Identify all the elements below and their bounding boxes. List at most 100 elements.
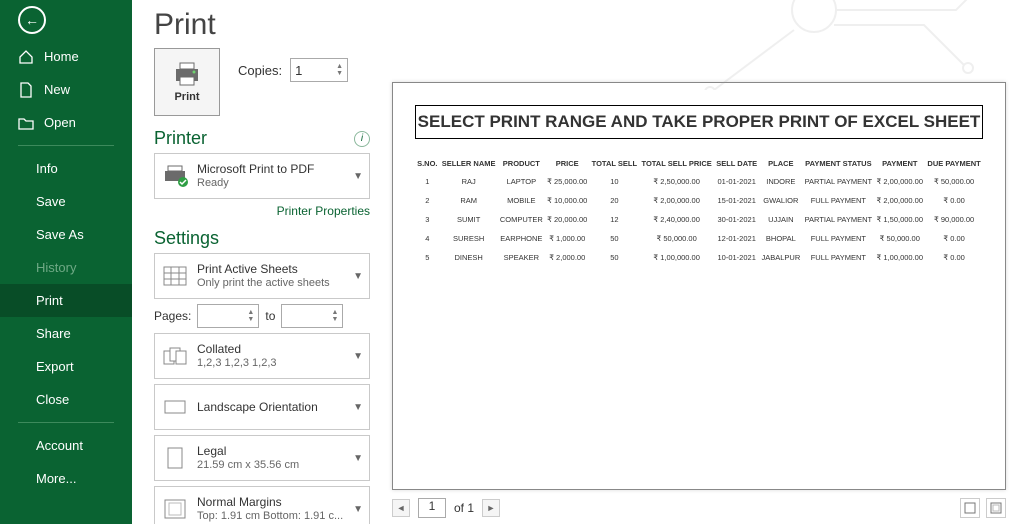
zoom-margins-button[interactable] <box>986 498 1006 518</box>
heading-text: Settings <box>154 228 219 249</box>
cell: ₹ 2,00,000.00 <box>874 191 925 210</box>
setting-orientation[interactable]: Landscape Orientation ▼ <box>154 384 370 430</box>
cell: 30-01-2021 <box>714 210 759 229</box>
nav-label: Share <box>36 326 71 341</box>
col-header: S.NO. <box>415 155 440 172</box>
nav-label: Save <box>36 194 66 209</box>
nav-share[interactable]: Share <box>0 317 132 350</box>
cell: ₹ 10,000.00 <box>545 191 590 210</box>
cell: PARTIAL PAYMENT <box>802 210 874 229</box>
back-button-row: ← <box>0 0 132 40</box>
heading-text: Printer <box>154 128 207 149</box>
nav-save[interactable]: Save <box>0 185 132 218</box>
pager: ◄ 1 of 1 ► <box>392 498 1006 518</box>
col-header: PRODUCT <box>498 155 545 172</box>
pager-current-input[interactable]: 1 <box>418 498 446 518</box>
pager-next-button[interactable]: ► <box>482 499 500 517</box>
cell: ₹ 20,000.00 <box>545 210 590 229</box>
cell: 5 <box>415 248 440 267</box>
cell: ₹ 2,00,000.00 <box>639 191 714 210</box>
nav-label: New <box>44 82 70 97</box>
new-icon <box>18 82 34 98</box>
printer-selector[interactable]: Microsoft Print to PDF Ready ▼ <box>154 153 370 199</box>
printer-status-icon <box>161 162 189 190</box>
nav-label: Close <box>36 392 69 407</box>
setting-text: Legal21.59 cm x 35.56 cm <box>197 444 345 472</box>
back-button[interactable]: ← <box>18 6 46 34</box>
to-label: to <box>265 309 275 323</box>
pager-of-label: of 1 <box>454 501 474 515</box>
cell: PARTIAL PAYMENT <box>802 172 874 191</box>
chevron-down-icon: ▼ <box>353 402 363 413</box>
setting-paper-size[interactable]: Legal21.59 cm x 35.56 cm ▼ <box>154 435 370 481</box>
pages-to-spinner[interactable]: ▲▼ <box>281 304 343 328</box>
cell: 20 <box>590 191 640 210</box>
nav-label: Account <box>36 438 83 453</box>
backstage-sidebar: ← Home New Open Info Save Save As Histor… <box>0 0 132 524</box>
col-header: DUE PAYMENT <box>925 155 983 172</box>
cell: 10-01-2021 <box>714 248 759 267</box>
info-icon[interactable]: i <box>354 131 370 147</box>
zoom-controls <box>960 498 1006 518</box>
copies-label: Copies: <box>238 63 282 78</box>
nav-export[interactable]: Export <box>0 350 132 383</box>
nav-print[interactable]: Print <box>0 284 132 317</box>
preview-table: S.NO.SELLER NAMEPRODUCTPRICETOTAL SELLTO… <box>415 155 983 267</box>
print-button[interactable]: Print <box>154 48 220 116</box>
table-row: 4SURESHEARPHONE₹ 1,000.0050₹ 50,000.0012… <box>415 229 983 248</box>
chevron-down-icon: ▼ <box>353 271 363 282</box>
cell: ₹ 50,000.00 <box>925 172 983 191</box>
cell: 12-01-2021 <box>714 229 759 248</box>
landscape-icon <box>161 393 189 421</box>
cell: SURESH <box>440 229 498 248</box>
nav-home[interactable]: Home <box>0 40 132 73</box>
preview-title: SELECT PRINT RANGE AND TAKE PROPER PRINT… <box>415 105 983 139</box>
cell: FULL PAYMENT <box>802 191 874 210</box>
cell: ₹ 1,50,000.00 <box>874 210 925 229</box>
col-header: SELL DATE <box>714 155 759 172</box>
printer-properties-link[interactable]: Printer Properties <box>154 204 370 218</box>
cell: RAM <box>440 191 498 210</box>
cell: 1 <box>415 172 440 191</box>
nav-more[interactable]: More... <box>0 462 132 495</box>
pager-prev-button[interactable]: ◄ <box>392 499 410 517</box>
nav-new[interactable]: New <box>0 73 132 106</box>
nav-info[interactable]: Info <box>0 152 132 185</box>
cell: ₹ 2,000.00 <box>545 248 590 267</box>
app-root: ← Home New Open Info Save Save As Histor… <box>0 0 1024 524</box>
table-row: 3SUMITCOMPUTER₹ 20,000.0012₹ 2,40,000.00… <box>415 210 983 229</box>
copies-spinner[interactable]: 1 ▲▼ <box>290 58 348 82</box>
nav-label: Save As <box>36 227 84 242</box>
home-icon <box>18 49 34 65</box>
setting-print-area[interactable]: Print Active SheetsOnly print the active… <box>154 253 370 299</box>
print-button-label: Print <box>174 91 199 103</box>
cell: ₹ 0.00 <box>925 248 983 267</box>
zoom-to-page-button[interactable] <box>960 498 980 518</box>
setting-collation[interactable]: Collated1,2,3 1,2,3 1,2,3 ▼ <box>154 333 370 379</box>
nav-label: Export <box>36 359 74 374</box>
cell: EARPHONE <box>498 229 545 248</box>
setting-text: Normal MarginsTop: 1.91 cm Bottom: 1.91 … <box>197 495 345 523</box>
cell: ₹ 2,40,000.00 <box>639 210 714 229</box>
printer-text: Microsoft Print to PDF Ready <box>197 162 345 190</box>
printer-icon <box>172 61 202 87</box>
cell: ₹ 1,000.00 <box>545 229 590 248</box>
page-title: Print <box>154 8 370 42</box>
nav-close[interactable]: Close <box>0 383 132 416</box>
nav-open[interactable]: Open <box>0 106 132 139</box>
cell: 50 <box>590 248 640 267</box>
nav-separator <box>18 145 114 146</box>
printer-heading: Printer i <box>154 128 370 149</box>
cell: ₹ 0.00 <box>925 229 983 248</box>
nav-save-as[interactable]: Save As <box>0 218 132 251</box>
col-header: PAYMENT <box>874 155 925 172</box>
nav-account[interactable]: Account <box>0 429 132 462</box>
pages-from-spinner[interactable]: ▲▼ <box>197 304 259 328</box>
setting-margins[interactable]: Normal MarginsTop: 1.91 cm Bottom: 1.91 … <box>154 486 370 524</box>
col-header: TOTAL SELL PRICE <box>639 155 714 172</box>
table-row: 2RAMMOBILE₹ 10,000.0020₹ 2,00,000.0015-0… <box>415 191 983 210</box>
settings-column: Print Print Copies: 1 ▲▼ Printer i <box>132 0 392 524</box>
chevron-down-icon: ▼ <box>353 351 363 362</box>
page-icon <box>161 444 189 472</box>
copies-value: 1 <box>295 63 302 78</box>
